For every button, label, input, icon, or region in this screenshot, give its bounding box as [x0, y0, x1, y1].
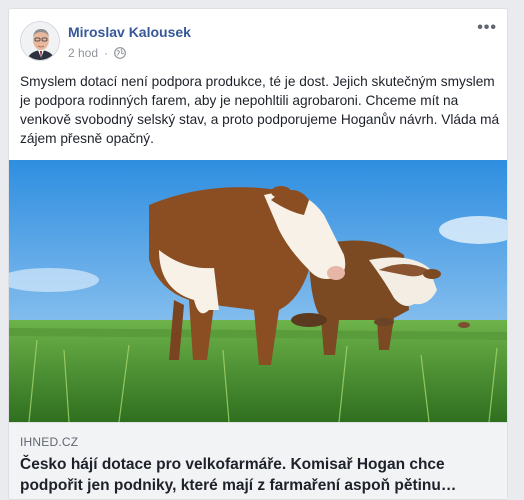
avatar-image	[21, 22, 59, 60]
post-time[interactable]: 2 hod	[68, 46, 98, 60]
link-headline[interactable]: Česko hájí dotace pro velkofarmáře. Komi…	[20, 454, 500, 496]
author-avatar[interactable]	[20, 21, 60, 61]
more-options-button[interactable]: •••	[477, 20, 497, 36]
link-preview-image[interactable]	[9, 160, 508, 422]
post-text: Smyslem dotací není podpora produkce, té…	[20, 74, 500, 146]
author-name[interactable]: Miroslav Kalousek	[68, 24, 191, 40]
post-card: Miroslav Kalousek 2 hod · ••• Smyslem do…	[8, 8, 508, 500]
post-meta: 2 hod ·	[68, 46, 126, 60]
post-header: Miroslav Kalousek 2 hod · •••	[9, 9, 507, 67]
link-domain: IHNED.CZ	[20, 435, 79, 449]
meta-separator: ·	[104, 46, 109, 60]
globe-icon[interactable]	[114, 47, 126, 59]
link-preview-caption[interactable]: IHNED.CZ Česko hájí dotace pro velkofarm…	[9, 422, 507, 499]
